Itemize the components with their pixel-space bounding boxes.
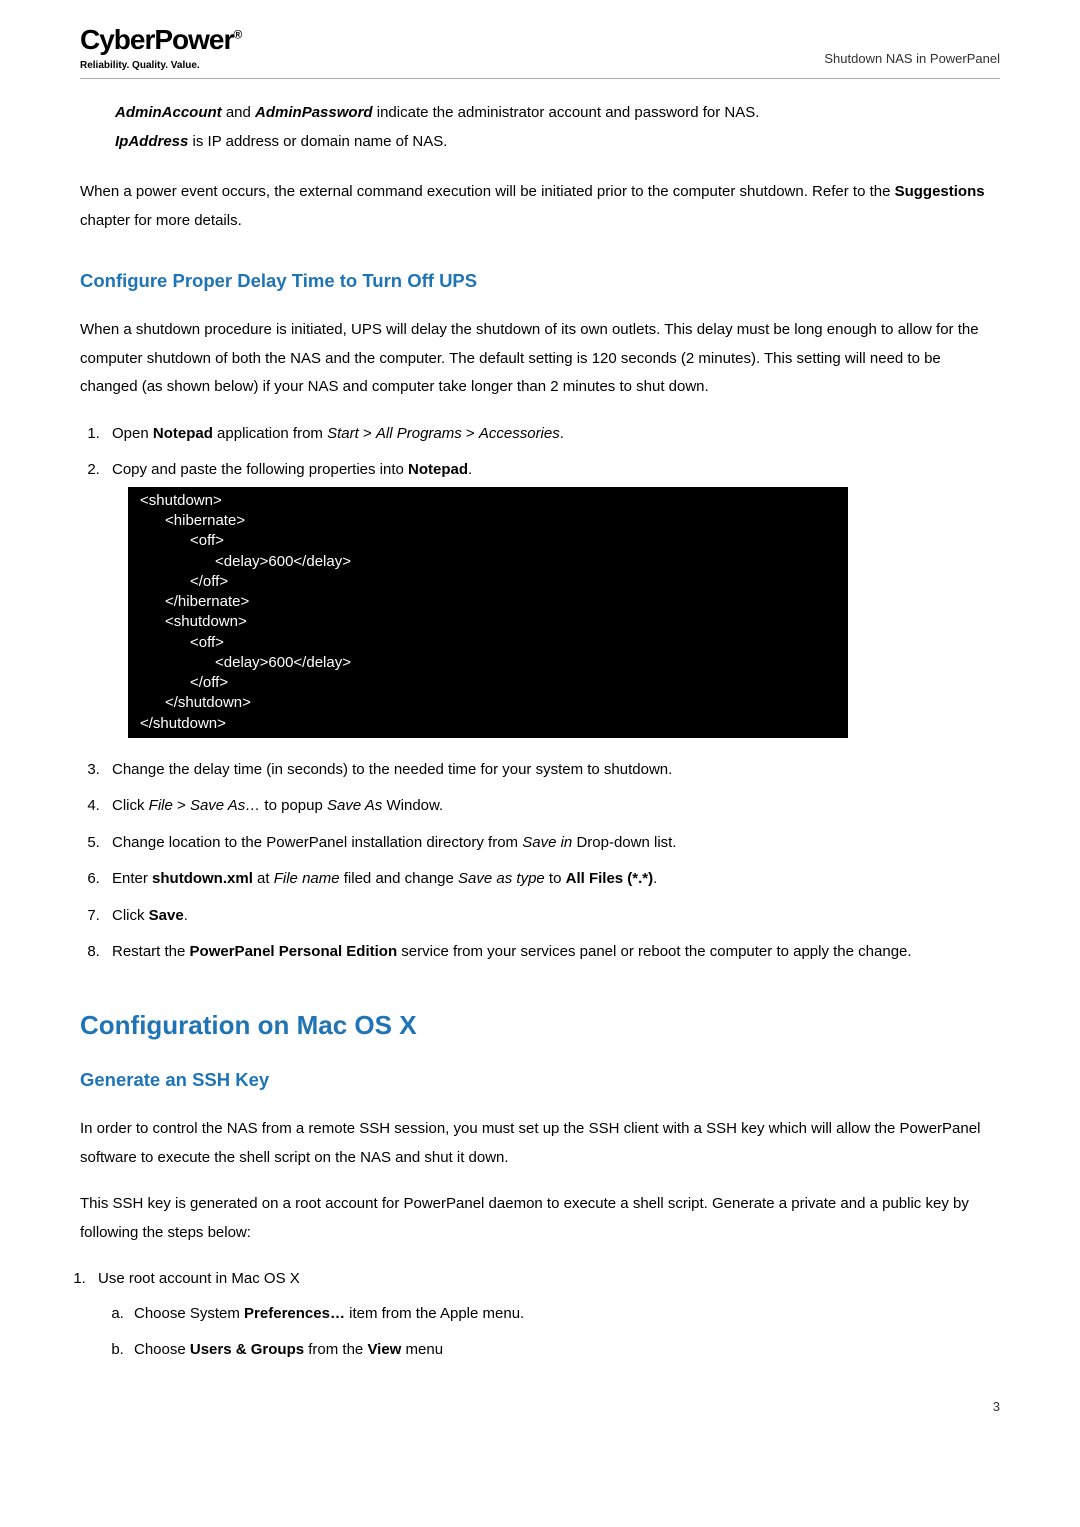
ordered-list: Use root account in Mac OS X Choose Syst… [90, 1265, 1000, 1365]
page-number: 3 [80, 1395, 1000, 1420]
logo-tagline: Reliability. Quality. Value. [80, 60, 200, 71]
text: and [222, 104, 255, 121]
logo: CyberPower® Reliability. Quality. Value. [80, 25, 241, 72]
text: Window. [382, 797, 443, 814]
list-item: Change the delay time (in seconds) to th… [104, 756, 1000, 785]
page-header: CyberPower® Reliability. Quality. Value.… [80, 25, 1000, 79]
text: Choose System [134, 1305, 244, 1322]
text: Restart the [112, 943, 190, 960]
text: Save As [327, 797, 382, 814]
sub-ordered-list: Choose System Preferences… item from the… [128, 1300, 1000, 1365]
text: Save as type [458, 870, 545, 887]
list-item: Enter shutdown.xml at File name filed an… [104, 865, 1000, 894]
text: . [560, 425, 564, 442]
text: to popup [260, 797, 327, 814]
text: PowerPanel Personal Edition [190, 943, 398, 960]
list-item: Click File > Save As… to popup Save As W… [104, 792, 1000, 821]
text: chapter for more details. [80, 212, 242, 229]
text: Open [112, 425, 153, 442]
intro-line-1: AdminAccount and AdminPassword indicate … [115, 99, 1000, 128]
text: Preferences… [244, 1305, 345, 1322]
text: Copy and paste the following properties … [112, 461, 408, 478]
text: Notepad [408, 461, 468, 478]
list-item: Click Save. [104, 902, 1000, 931]
text: shutdown.xml [152, 870, 253, 887]
text: AdminAccount [115, 104, 222, 121]
text: Suggestions [895, 183, 985, 200]
text: indicate the administrator account and p… [373, 104, 760, 121]
text: AdminPassword [255, 104, 373, 121]
text: View [367, 1341, 401, 1358]
text: item from the Apple menu. [345, 1305, 524, 1322]
intro-line-2: IpAddress is IP address or domain name o… [115, 128, 1000, 157]
text: menu [401, 1341, 443, 1358]
text: at [253, 870, 274, 887]
list-item: Open Notepad application from Start > Al… [104, 420, 1000, 449]
list-item: Use root account in Mac OS X Choose Syst… [90, 1265, 1000, 1365]
text: . [653, 870, 657, 887]
section-heading-configure-delay: Configure Proper Delay Time to Turn Off … [80, 263, 1000, 298]
text: to [545, 870, 566, 887]
intro-block: AdminAccount and AdminPassword indicate … [115, 99, 1000, 156]
list-item: Copy and paste the following properties … [104, 456, 1000, 738]
paragraph: This SSH key is generated on a root acco… [80, 1190, 1000, 1247]
list-item: Restart the PowerPanel Personal Edition … [104, 938, 1000, 967]
text: Use root account in Mac OS X [98, 1270, 300, 1287]
text: Save As… [190, 797, 260, 814]
text: service from your services panel or rebo… [397, 943, 911, 960]
list-item: Change location to the PowerPanel instal… [104, 829, 1000, 858]
section-subheading-ssh-key: Generate an SSH Key [80, 1062, 1000, 1097]
header-subtitle: Shutdown NAS in PowerPanel [824, 25, 1000, 72]
text: All Files (*.*) [566, 870, 654, 887]
text: Enter [112, 870, 152, 887]
text: . [468, 461, 472, 478]
logo-text: CyberPower® [80, 24, 241, 55]
text: Click [112, 907, 149, 924]
text: Click [112, 797, 149, 814]
paragraph: When a shutdown procedure is initiated, … [80, 316, 1000, 402]
text: File name [274, 870, 340, 887]
text: > [359, 425, 376, 442]
text: IpAddress [115, 133, 188, 150]
code-block: <shutdown> <hibernate> <off> <delay>600<… [128, 487, 848, 738]
list-item: Choose System Preferences… item from the… [128, 1300, 1000, 1329]
text: Notepad [153, 425, 213, 442]
text: All Programs [376, 425, 462, 442]
text: from the [304, 1341, 367, 1358]
text: Save [149, 907, 184, 924]
section-heading-mac-osx: Configuration on Mac OS X [80, 1001, 1000, 1050]
text: File [149, 797, 173, 814]
text: Choose [134, 1341, 190, 1358]
text: application from [213, 425, 327, 442]
text: is IP address or domain name of NAS. [188, 133, 447, 150]
paragraph: In order to control the NAS from a remot… [80, 1115, 1000, 1172]
text: > [462, 425, 479, 442]
text: Start [327, 425, 359, 442]
paragraph: When a power event occurs, the external … [80, 178, 1000, 235]
text: > [173, 797, 190, 814]
text: Change location to the PowerPanel instal… [112, 834, 522, 851]
text: filed and change [340, 870, 458, 887]
text: When a power event occurs, the external … [80, 183, 895, 200]
text: . [184, 907, 188, 924]
text: Drop-down list. [572, 834, 676, 851]
text: Users & Groups [190, 1341, 304, 1358]
ordered-list: Open Notepad application from Start > Al… [104, 420, 1000, 967]
list-item: Choose Users & Groups from the View menu [128, 1336, 1000, 1365]
text: Save in [522, 834, 572, 851]
text: Accessories [479, 425, 560, 442]
